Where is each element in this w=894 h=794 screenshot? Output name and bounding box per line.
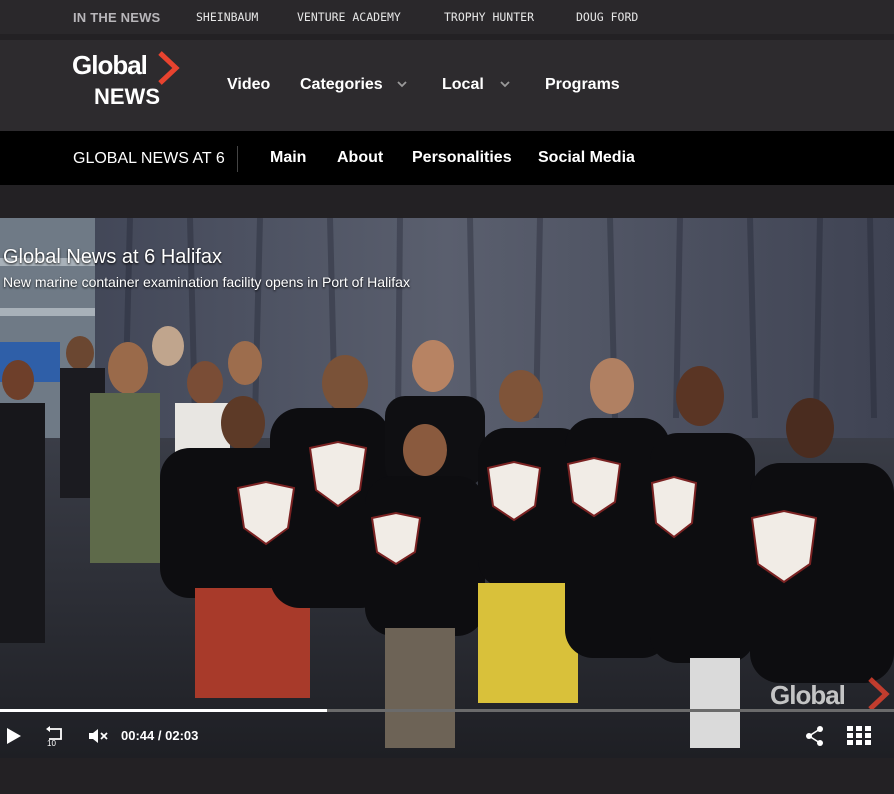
tab-personalities[interactable]: Personalities	[412, 149, 512, 167]
video-subtitle: New marine container examination facilit…	[3, 274, 410, 290]
trending-bar: IN THE NEWS SHEINBAUM VENTURE ACADEMY TR…	[0, 0, 894, 34]
nav-local[interactable]: Local	[442, 76, 484, 94]
show-title[interactable]: GLOBAL NEWS AT 6	[73, 150, 225, 168]
trending-link-4[interactable]: DOUG FORD	[576, 10, 638, 24]
trending-label: IN THE NEWS	[73, 10, 161, 25]
subnav-divider	[237, 146, 238, 172]
grid-icon[interactable]	[847, 726, 871, 746]
global-news-logo[interactable]: Global NEWS	[72, 50, 184, 112]
video-frame	[0, 218, 894, 758]
tab-main[interactable]: Main	[270, 149, 306, 167]
chevron-down-icon[interactable]	[396, 78, 408, 90]
chevron-down-icon[interactable]	[499, 78, 511, 90]
progress-bar[interactable]	[0, 709, 894, 712]
play-icon[interactable]	[4, 727, 22, 745]
trending-link-3[interactable]: TROPHY HUNTER	[444, 10, 534, 24]
logo-text-news: NEWS	[94, 84, 160, 109]
nav-video[interactable]: Video	[227, 76, 270, 94]
current-time: 00:44	[121, 728, 155, 743]
tab-social-media[interactable]: Social Media	[538, 149, 635, 167]
duration: 02:03	[165, 728, 199, 743]
video-title: Global News at 6 Halifax	[3, 246, 222, 268]
mute-icon[interactable]	[88, 727, 110, 745]
watermark-logo: Global	[770, 680, 846, 710]
nav-categories[interactable]: Categories	[300, 76, 383, 94]
svg-text:10: 10	[47, 739, 56, 747]
trending-link-1[interactable]: SHEINBAUM	[196, 10, 258, 24]
time-separator: /	[157, 728, 162, 743]
watermark-chevron-icon	[868, 677, 890, 711]
time-display: 00:44 / 02:03	[121, 728, 198, 743]
video-player[interactable]	[0, 218, 894, 758]
nav-programs[interactable]: Programs	[545, 76, 620, 94]
tab-about[interactable]: About	[337, 149, 383, 167]
logo-text-global: Global	[72, 50, 148, 80]
progress-fill	[0, 709, 328, 712]
replay-10-icon[interactable]: 10	[44, 725, 66, 747]
trending-link-2[interactable]: VENTURE ACADEMY	[297, 10, 401, 24]
logo-chevron-icon	[158, 51, 180, 85]
share-icon[interactable]	[805, 725, 825, 747]
